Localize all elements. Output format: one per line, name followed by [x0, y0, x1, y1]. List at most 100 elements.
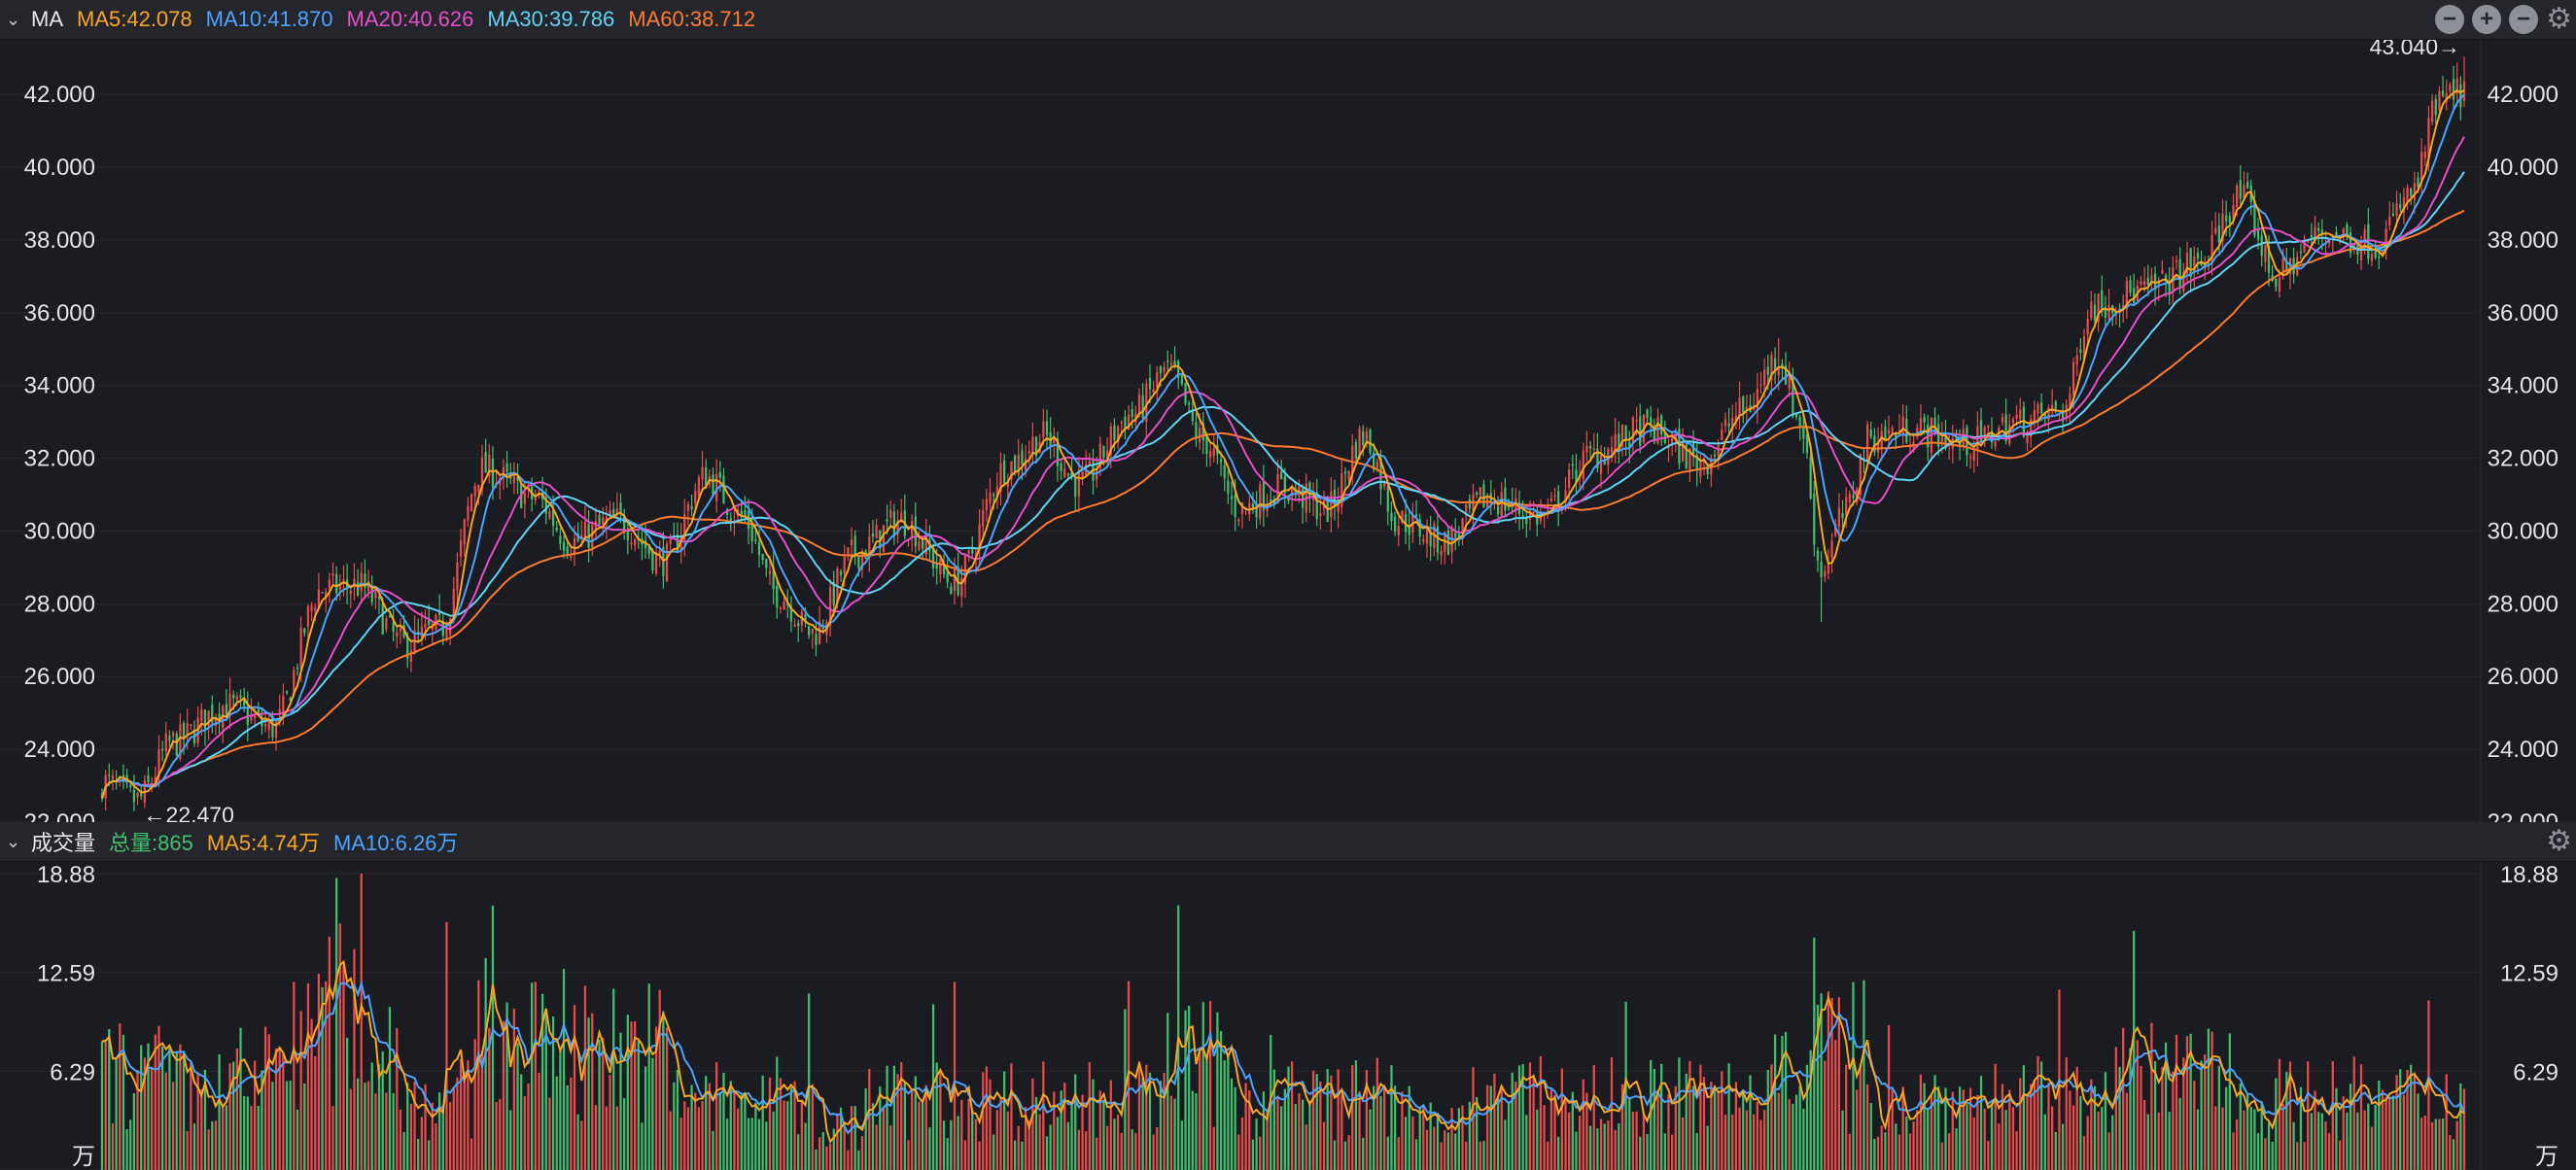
volume-bar — [1045, 1136, 1049, 1170]
volume-bar — [1824, 1060, 1827, 1170]
volume-bar — [1802, 1108, 1805, 1170]
volume-bar — [825, 1146, 828, 1170]
volume-bar — [2015, 1130, 2018, 1170]
volume-bar-chart[interactable]: 18.88 18.88 12.59 12.59 6.29 6.29 万 万 — [0, 862, 2576, 1170]
candle — [583, 505, 587, 538]
volume-bar — [1887, 1024, 1891, 1170]
candle — [1706, 464, 1709, 480]
volume-bar — [615, 1106, 618, 1170]
y-tick-label-right: 26.000 — [2488, 664, 2559, 690]
candle — [1816, 547, 1820, 572]
price-candlestick-chart[interactable]: 42.000 42.000 40.000 40.000 38.000 38.000 36.0… — [0, 40, 2576, 822]
volume-bar — [2243, 1110, 2245, 1170]
volume-bar — [946, 1138, 949, 1170]
volume-bar — [2352, 1056, 2355, 1170]
volume-bar — [2140, 1065, 2142, 1170]
volume-bar — [1184, 1010, 1187, 1170]
vol-tick-label-right: 18.88 — [2500, 862, 2559, 888]
candle — [2107, 289, 2110, 324]
candle — [2388, 201, 2391, 231]
candle — [612, 501, 615, 517]
volume-bar — [1457, 1108, 1461, 1170]
minus-circle-icon[interactable]: − — [2509, 5, 2539, 34]
volume-bar — [598, 1040, 601, 1170]
volume-bar — [669, 1111, 672, 1170]
volume-bar — [2441, 1118, 2445, 1170]
volume-bar — [942, 1120, 946, 1170]
volume-bar — [683, 1101, 686, 1170]
volume-bar — [520, 1074, 523, 1170]
volume-bar — [2161, 1067, 2164, 1170]
volume-bar — [2363, 1110, 2366, 1170]
volume-bar — [381, 1050, 384, 1170]
candle — [171, 730, 175, 750]
candle — [463, 518, 466, 557]
candle — [576, 522, 579, 543]
volume-bar — [1137, 1060, 1141, 1170]
volume-bar — [1454, 1133, 1457, 1170]
volume-bar — [523, 1096, 526, 1170]
price-panel-header: ⌄ MA MA5:42.078 MA10:41.870 MA20:40.626 … — [0, 0, 2576, 40]
volume-bar — [417, 1138, 420, 1170]
candle — [1262, 465, 1266, 527]
candle — [2079, 337, 2082, 361]
volume-bar — [1656, 1089, 1659, 1170]
candle — [761, 553, 764, 565]
gear-icon[interactable]: ⚙ — [2546, 5, 2572, 34]
minus-circle-icon[interactable]: − — [2435, 5, 2465, 34]
volume-bar — [1745, 1110, 1748, 1170]
volume-bar — [1163, 1073, 1166, 1170]
ma20-line — [101, 136, 2465, 799]
candle — [267, 713, 270, 740]
candle — [164, 722, 167, 756]
volume-bar — [836, 1113, 839, 1170]
candle — [2090, 291, 2093, 321]
volume-bar — [366, 1081, 370, 1170]
volume-bar — [2275, 1078, 2278, 1170]
chevron-down-icon[interactable]: ⌄ — [6, 832, 31, 852]
volume-bar — [779, 1078, 783, 1170]
volume-bar — [1998, 1123, 2001, 1170]
y-tick-label-left: 38.000 — [24, 227, 95, 254]
candle — [747, 499, 750, 545]
candle — [1773, 347, 1777, 385]
volume-bar — [1976, 1094, 1979, 1170]
candle — [505, 450, 508, 488]
candle — [2462, 56, 2466, 108]
volume-bar — [1979, 1076, 1983, 1170]
volume-bar — [2061, 1123, 2065, 1170]
candle — [2114, 306, 2118, 326]
candle — [1468, 494, 1471, 514]
vol-tick-label-right: 12.59 — [2500, 961, 2559, 987]
candle — [1607, 446, 1610, 475]
volume-bar — [2090, 1079, 2093, 1170]
volume-bar — [2214, 1106, 2217, 1170]
gear-icon[interactable]: ⚙ — [2546, 827, 2572, 856]
volume-bar — [686, 1107, 690, 1170]
volume-bar — [651, 1057, 654, 1170]
y-tick-label-left: 42.000 — [24, 82, 95, 108]
volume-bar — [1749, 1075, 1752, 1170]
volume-bar — [1436, 1113, 1440, 1170]
volume-bar — [882, 1107, 886, 1170]
chevron-down-icon[interactable]: ⌄ — [6, 10, 31, 30]
volume-bar — [2417, 1093, 2419, 1170]
plus-circle-icon[interactable]: + — [2472, 5, 2502, 34]
volume-bar — [853, 1106, 856, 1170]
volume-bar — [1383, 1085, 1386, 1170]
volume-bar — [186, 1130, 189, 1170]
volume-bar — [1525, 1115, 1528, 1170]
volume-bar — [2082, 1136, 2086, 1170]
volume-bar — [321, 986, 324, 1170]
volume-bar — [289, 1081, 292, 1170]
volume-bar — [2004, 1110, 2007, 1170]
volume-bar — [2054, 1131, 2057, 1170]
volume-bar — [1433, 1126, 1436, 1170]
candle — [2367, 207, 2370, 264]
volume-bar — [1205, 1059, 1208, 1170]
volume-bar — [1397, 1137, 1400, 1170]
volume-bar — [2374, 1104, 2377, 1170]
volume-bar — [356, 1078, 360, 1170]
candle — [1393, 511, 1397, 536]
volume-bar — [2438, 1118, 2441, 1170]
